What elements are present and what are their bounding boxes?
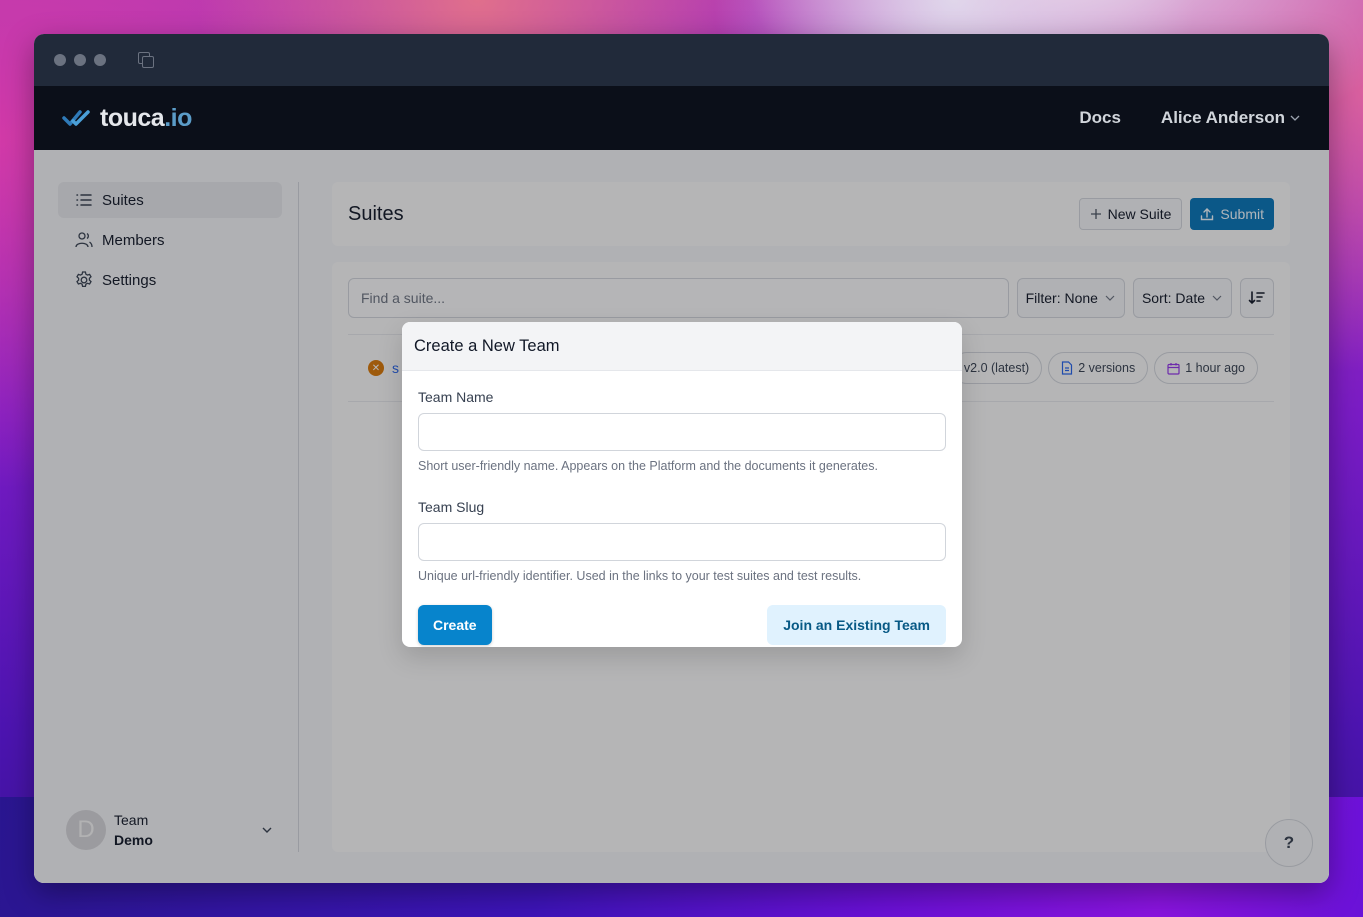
join-team-button[interactable]: Join an Existing Team — [767, 605, 946, 645]
user-menu[interactable]: Alice Anderson — [1161, 108, 1301, 128]
window-zoom-button[interactable] — [94, 54, 106, 66]
logo-text: touca.io — [100, 103, 192, 132]
double-check-icon — [62, 110, 90, 126]
user-name: Alice Anderson — [1160, 108, 1285, 127]
create-team-button[interactable]: Create — [418, 605, 492, 645]
top-navbar: touca.io Docs Alice Anderson — [34, 86, 1329, 150]
browser-window: touca.io Docs Alice Anderson Suites Memb… — [34, 34, 1329, 883]
team-slug-label: Team Slug — [418, 499, 485, 515]
main-content: Suites Members Settings D Team Demo Suit… — [34, 150, 1329, 883]
chevron-down-icon — [1290, 115, 1300, 121]
team-slug-input[interactable] — [418, 523, 946, 561]
copy-windows-icon[interactable] — [136, 50, 156, 70]
window-close-button[interactable] — [54, 54, 66, 66]
docs-link[interactable]: Docs — [1079, 108, 1121, 128]
modal-title: Create a New Team — [402, 322, 962, 371]
app-logo[interactable]: touca.io — [62, 104, 192, 133]
team-slug-help: Unique url-friendly identifier. Used in … — [418, 569, 862, 583]
window-minimize-button[interactable] — [74, 54, 86, 66]
window-titlebar — [34, 34, 1329, 86]
team-name-label: Team Name — [418, 389, 494, 405]
team-name-input[interactable] — [418, 413, 946, 451]
team-name-help: Short user-friendly name. Appears on the… — [418, 459, 878, 473]
create-team-modal: Create a New Team Team Name Short user-f… — [402, 322, 962, 647]
